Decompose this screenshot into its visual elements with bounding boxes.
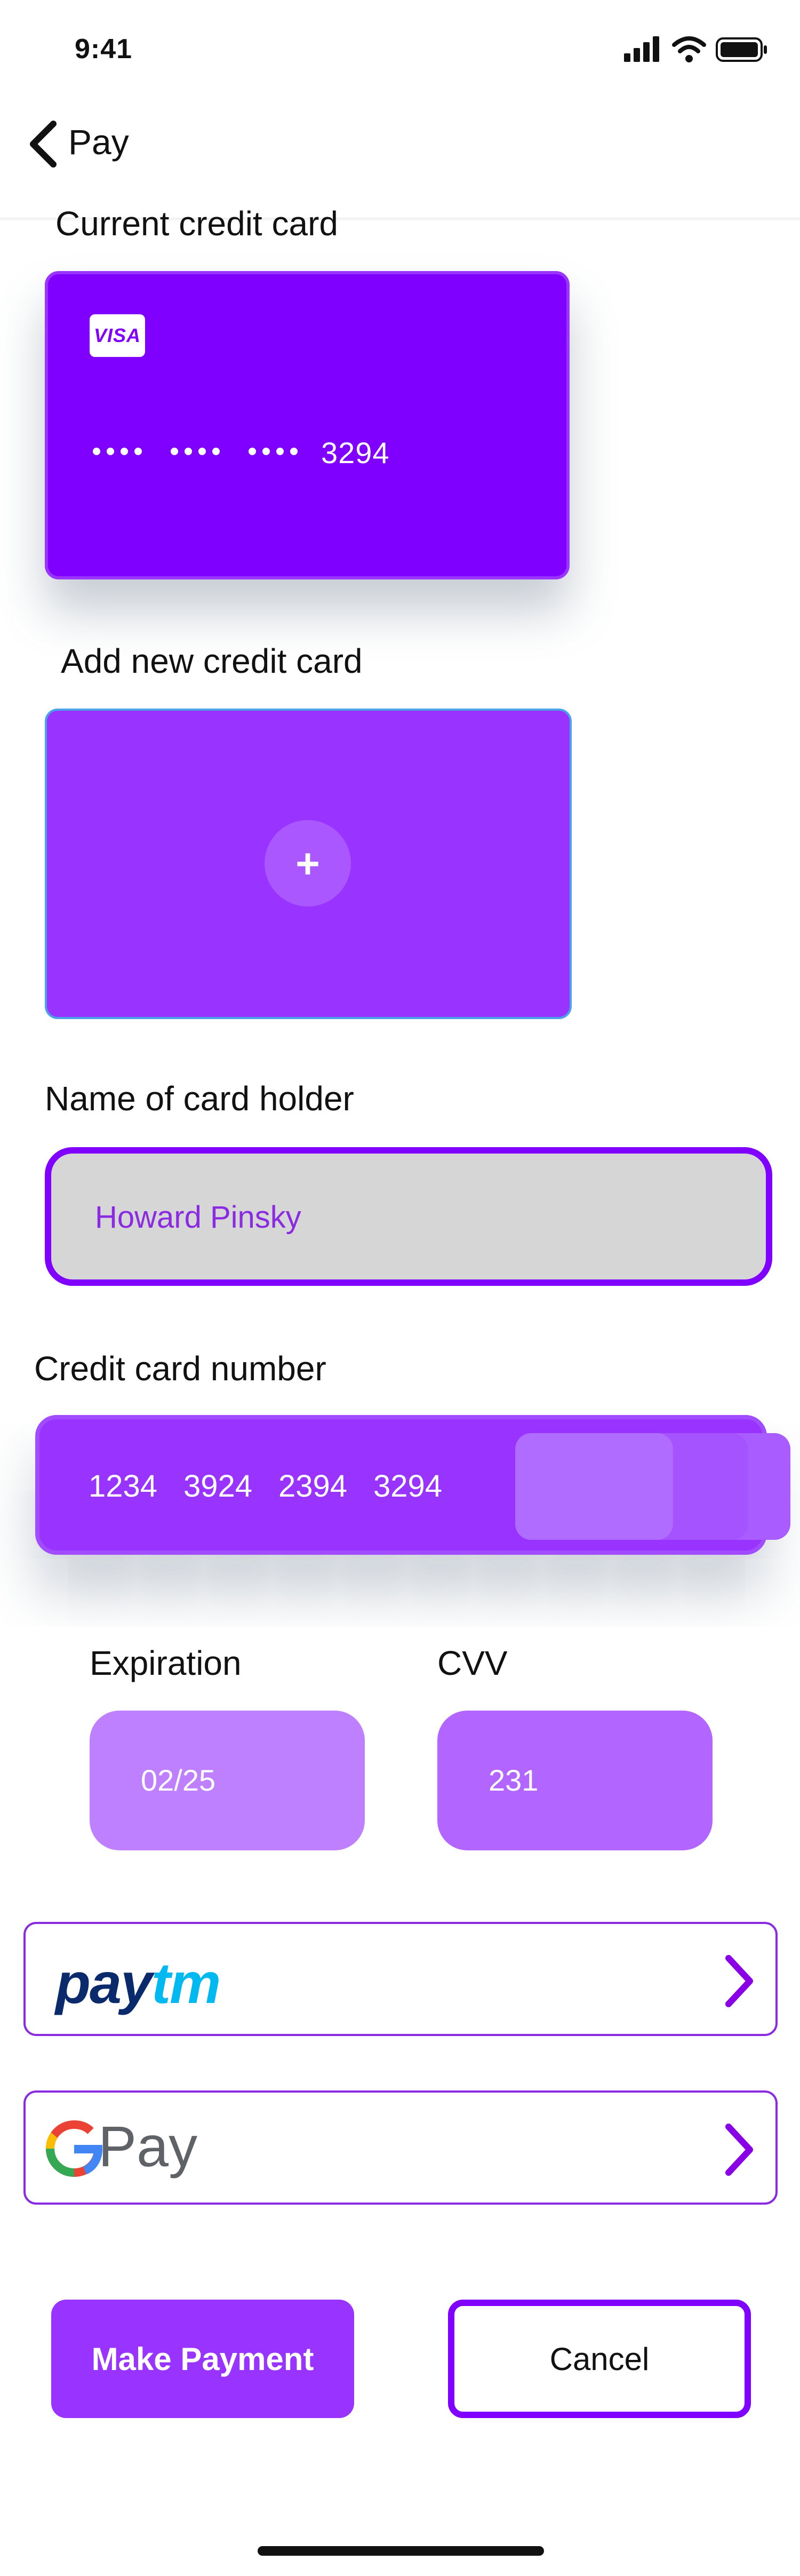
card-holder-field[interactable]: Howard Pinsky [45, 1147, 772, 1286]
wifi-icon [672, 36, 706, 62]
signal-icon [624, 36, 659, 62]
home-indicator [258, 2546, 544, 2556]
page-title: Pay [68, 122, 129, 162]
chevron-right-icon[interactable] [720, 1952, 757, 2010]
card-number-group-4: 3294 [373, 1469, 443, 1504]
card-number-group-2: 3924 [183, 1469, 253, 1504]
cancel-button[interactable]: Cancel [448, 2300, 751, 2418]
card-last-four: 3294 [321, 436, 390, 470]
card-stack-front [515, 1433, 673, 1540]
status-time: 9:41 [75, 34, 133, 65]
battery-icon [716, 37, 767, 62]
current-card-label: Current credit card [55, 204, 338, 243]
google-g-icon [45, 2120, 103, 2177]
card-holder-label: Name of card holder [45, 1079, 354, 1118]
card-number-field[interactable]: 1234 3924 2394 3294 [35, 1415, 790, 1555]
paytm-logo: paytm [55, 1950, 221, 2016]
card-number-group-3: 2394 [278, 1469, 348, 1504]
chevron-left-icon[interactable] [26, 117, 63, 171]
card-number-label: Credit card number [34, 1349, 326, 1388]
plus-icon: + [295, 840, 320, 887]
status-icons [624, 36, 767, 62]
add-card-button[interactable]: + [265, 820, 351, 907]
add-new-card-tile[interactable]: + [45, 709, 572, 1019]
make-payment-button[interactable]: Make Payment [51, 2300, 354, 2418]
gpay-logo-text: Pay [98, 2114, 198, 2179]
visa-logo-text: VISA [93, 324, 141, 346]
visa-logo: VISA [90, 314, 145, 357]
gpay-option[interactable]: Pay [23, 2090, 778, 2205]
add-card-label: Add new credit card [61, 642, 363, 680]
cvv-field[interactable]: 231 [437, 1711, 713, 1850]
expiration-label: Expiration [90, 1644, 242, 1682]
chevron-right-icon[interactable] [720, 2120, 757, 2179]
card-number-group-1: 1234 [89, 1469, 158, 1504]
masked-digits-group-1 [93, 448, 142, 458]
expiration-value: 02/25 [141, 1763, 216, 1797]
masked-digits-group-3 [249, 448, 298, 458]
cvv-value: 231 [489, 1763, 539, 1797]
expiration-field[interactable]: 02/25 [90, 1711, 365, 1850]
card-holder-value: Howard Pinsky [95, 1200, 301, 1235]
paytm-option[interactable]: paytm [23, 1922, 778, 2036]
paytm-logo-pay: pay [55, 1951, 153, 2015]
current-credit-card[interactable]: VISA 3294 [45, 271, 570, 579]
masked-digits-group-2 [171, 448, 220, 458]
cvv-label: CVV [437, 1644, 508, 1682]
paytm-logo-tm: tm [151, 1951, 221, 2015]
